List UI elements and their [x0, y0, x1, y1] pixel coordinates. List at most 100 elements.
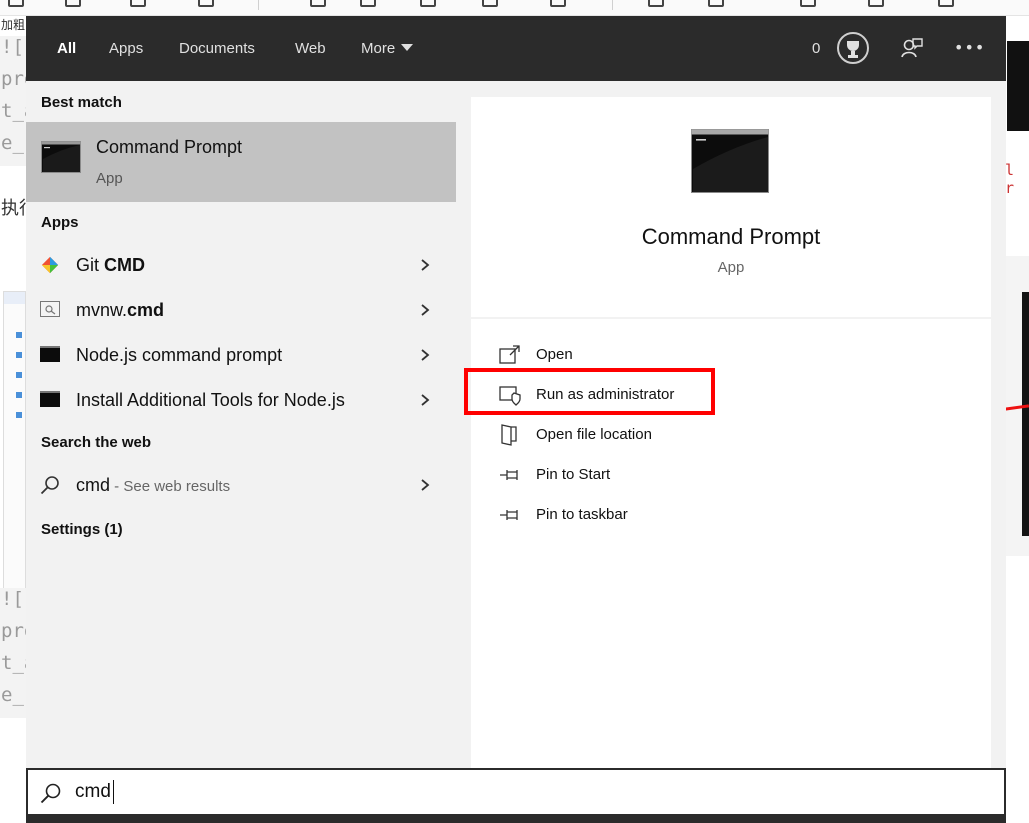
best-match-item[interactable]: Command Prompt App: [26, 122, 456, 202]
code-line: e_: [1, 684, 24, 706]
tab-web[interactable]: Web: [295, 16, 326, 81]
code-line: pro: [1, 620, 26, 642]
best-match-subtitle: App: [96, 170, 123, 187]
app-result-mvnw-cmd[interactable]: mvnw.cmd: [26, 288, 456, 333]
action-pin-to-taskbar[interactable]: Pin to taskbar: [497, 498, 717, 532]
app-result-label: Node.js command prompt: [76, 345, 283, 365]
app-result-label: Git CMD: [76, 255, 146, 275]
app-result-label: Install Additional Tools for Node.js: [76, 390, 345, 410]
action-open-file-location[interactable]: Open file location: [497, 418, 717, 452]
embedded-image: [1007, 41, 1029, 131]
chevron-down-icon: [401, 44, 414, 51]
action-open[interactable]: Open: [497, 338, 717, 372]
feedback-icon[interactable]: [900, 36, 924, 60]
pin-icon: [500, 510, 518, 520]
search-box[interactable]: [26, 768, 1006, 816]
tab-more[interactable]: More: [361, 16, 414, 81]
pin-icon: [500, 470, 518, 480]
chevron-right-icon[interactable]: [419, 304, 431, 316]
best-match-header: Best match: [41, 94, 122, 111]
results-list: Best match Command Prompt App Apps Git C…: [26, 81, 456, 768]
app-result-nodejs-tools[interactable]: Install Additional Tools for Node.js: [26, 378, 456, 423]
action-run-as-admin[interactable]: Run as administrator: [497, 378, 717, 412]
bold-tool-icon[interactable]: [8, 0, 24, 7]
editor-content-left: 加粗 ![]( pro t_a e_ 执行 ![]( pro t_a e_: [0, 16, 26, 823]
best-match-title: Command Prompt: [96, 137, 243, 157]
list-tool-icon[interactable]: [310, 0, 326, 7]
tab-all[interactable]: All: [57, 16, 76, 81]
editor-content-right: l r: [1005, 16, 1029, 823]
chevron-right-icon[interactable]: [419, 394, 431, 406]
chevron-right-icon[interactable]: [419, 349, 431, 361]
git-icon: [41, 256, 59, 274]
toolbar-divider: [258, 0, 259, 10]
web-search-result[interactable]: cmd - See web results: [26, 463, 456, 508]
open-icon: [499, 345, 520, 364]
italic-tool-icon[interactable]: [65, 0, 81, 7]
tool-icon[interactable]: [550, 0, 566, 7]
more-options-icon[interactable]: •••: [954, 36, 984, 60]
image-tool-icon[interactable]: [708, 0, 724, 7]
action-label: Pin to Start: [536, 466, 611, 483]
console-icon: [40, 391, 60, 407]
trophy-icon[interactable]: [837, 32, 869, 64]
chevron-right-icon[interactable]: [419, 479, 431, 491]
tool-icon[interactable]: [198, 0, 214, 7]
list-tool-icon[interactable]: [360, 0, 376, 7]
link-tool-icon[interactable]: [868, 0, 884, 7]
action-label: Pin to taskbar: [536, 506, 628, 523]
script-file-icon: [40, 301, 60, 317]
code-text: l r: [1005, 161, 1019, 197]
search-panel: All Apps Documents Web More 0 ••• Best m…: [26, 16, 1006, 816]
code-line: e_: [1, 132, 24, 154]
preview-subtitle: App: [717, 259, 745, 276]
search-icon: [40, 476, 59, 495]
tab-apps[interactable]: Apps: [109, 16, 143, 81]
tab-label: All: [57, 40, 77, 57]
file-location-icon: [501, 424, 517, 446]
search-icon: [40, 783, 61, 804]
web-search-label: cmd - See web results: [76, 475, 231, 495]
search-top-bar: All Apps Documents Web More 0 •••: [26, 16, 1006, 81]
search-web-header: Search the web: [41, 434, 152, 451]
toolbar-text: 加粗: [1, 18, 26, 32]
tool-icon[interactable]: [938, 0, 954, 7]
code-line: t_a: [1, 100, 26, 122]
console-icon: [40, 346, 60, 362]
tool-icon[interactable]: [800, 0, 816, 7]
command-prompt-icon: [41, 141, 81, 173]
action-label: Open file location: [536, 426, 652, 443]
text-cursor: [113, 780, 114, 804]
tab-label: Apps: [109, 40, 144, 57]
list-tool-icon[interactable]: [420, 0, 436, 7]
editor-toolbar: [0, 0, 1029, 16]
shield-icon: [499, 386, 521, 406]
code-line: t_a: [1, 652, 26, 674]
paragraph-text: 执行: [1, 198, 26, 219]
chevron-right-icon[interactable]: [419, 259, 431, 271]
app-result-label: mvnw.cmd: [76, 300, 165, 320]
app-result-git-cmd[interactable]: Git CMD: [26, 243, 456, 288]
tool-icon[interactable]: [482, 0, 498, 7]
tab-label: Web: [295, 40, 326, 57]
taskbar: [26, 815, 1006, 823]
command-prompt-icon: [691, 129, 769, 193]
action-label: Open: [536, 346, 573, 363]
embedded-screenshot: [3, 291, 26, 597]
toolbar-divider: [612, 0, 613, 10]
tool-icon[interactable]: [130, 0, 146, 7]
table-tool-icon[interactable]: [648, 0, 664, 7]
settings-header[interactable]: Settings (1): [41, 521, 123, 538]
search-input[interactable]: [75, 777, 975, 807]
tab-documents[interactable]: Documents: [179, 16, 255, 81]
preview-title: Command Prompt: [641, 224, 821, 249]
tab-label: Documents: [179, 40, 255, 57]
action-pin-to-start[interactable]: Pin to Start: [497, 458, 717, 492]
code-line: ![](: [1, 36, 26, 58]
tab-label: More: [361, 40, 396, 57]
app-result-nodejs-prompt[interactable]: Node.js command prompt: [26, 333, 456, 378]
code-line: ![](: [1, 588, 26, 610]
preview-card: Command Prompt App: [471, 97, 991, 317]
preview-pane: Command Prompt App Open Run as administr…: [456, 81, 1006, 768]
apps-header: Apps: [41, 214, 79, 231]
